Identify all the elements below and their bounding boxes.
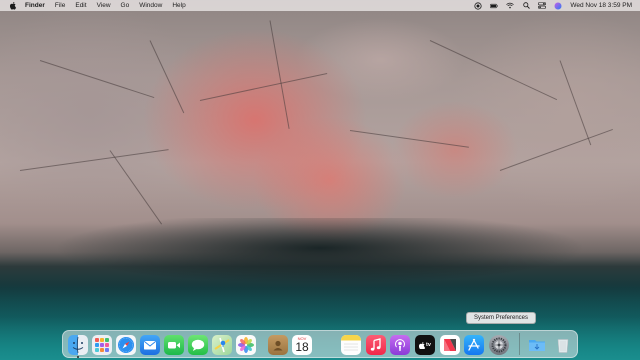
dock-tooltip: System Preferences xyxy=(466,312,536,324)
wifi-icon[interactable] xyxy=(506,2,515,10)
notes-icon[interactable] xyxy=(341,335,361,355)
downloads-folder-icon[interactable] xyxy=(527,335,547,355)
control-center-icon[interactable] xyxy=(538,2,547,10)
menu-go[interactable]: Go xyxy=(121,0,130,11)
menu-bar-status-area: Wed Nov 18 3:59 PM xyxy=(474,0,632,11)
launchpad-icon[interactable] xyxy=(92,335,112,355)
calendar-icon[interactable]: NOV 18 xyxy=(292,335,312,355)
app-store-icon[interactable] xyxy=(464,335,484,355)
calendar-day: 18 xyxy=(295,340,309,354)
trash-icon[interactable] xyxy=(553,335,573,355)
finder-running-indicator xyxy=(77,356,79,358)
desktop-wallpaper xyxy=(0,0,640,360)
facetime-icon[interactable] xyxy=(164,335,184,355)
music-icon[interactable] xyxy=(366,335,386,355)
apple-logo-icon[interactable] xyxy=(9,1,17,10)
siri-icon[interactable] xyxy=(554,2,562,10)
mail-icon[interactable] xyxy=(140,335,160,355)
messages-icon[interactable] xyxy=(188,335,208,355)
dock-separator xyxy=(519,333,520,355)
apple-tv-icon[interactable]: tv xyxy=(415,335,435,355)
maps-icon[interactable] xyxy=(212,335,232,355)
menu-bar-clock[interactable]: Wed Nov 18 3:59 PM xyxy=(570,0,632,11)
news-icon[interactable] xyxy=(440,335,460,355)
safari-icon[interactable] xyxy=(116,335,136,355)
menu-bar: Finder File Edit View Go Window Help Wed… xyxy=(0,0,640,11)
dock: NOV 18 tv xyxy=(62,330,578,358)
screen-recording-icon[interactable] xyxy=(474,1,482,10)
menu-file[interactable]: File xyxy=(55,0,65,11)
system-preferences-icon[interactable] xyxy=(489,335,509,355)
menu-help[interactable]: Help xyxy=(172,0,185,11)
menu-window[interactable]: Window xyxy=(139,0,162,11)
apple-tv-label: tv xyxy=(426,342,431,348)
spotlight-search-icon[interactable] xyxy=(522,2,530,10)
contacts-icon[interactable] xyxy=(268,335,288,355)
podcasts-icon[interactable] xyxy=(390,335,410,355)
battery-icon[interactable] xyxy=(490,2,499,10)
menu-app-finder[interactable]: Finder xyxy=(25,0,45,11)
menu-view[interactable]: View xyxy=(97,0,111,11)
menu-edit[interactable]: Edit xyxy=(75,0,86,11)
photos-icon[interactable] xyxy=(236,335,256,355)
finder-icon[interactable] xyxy=(68,335,88,355)
